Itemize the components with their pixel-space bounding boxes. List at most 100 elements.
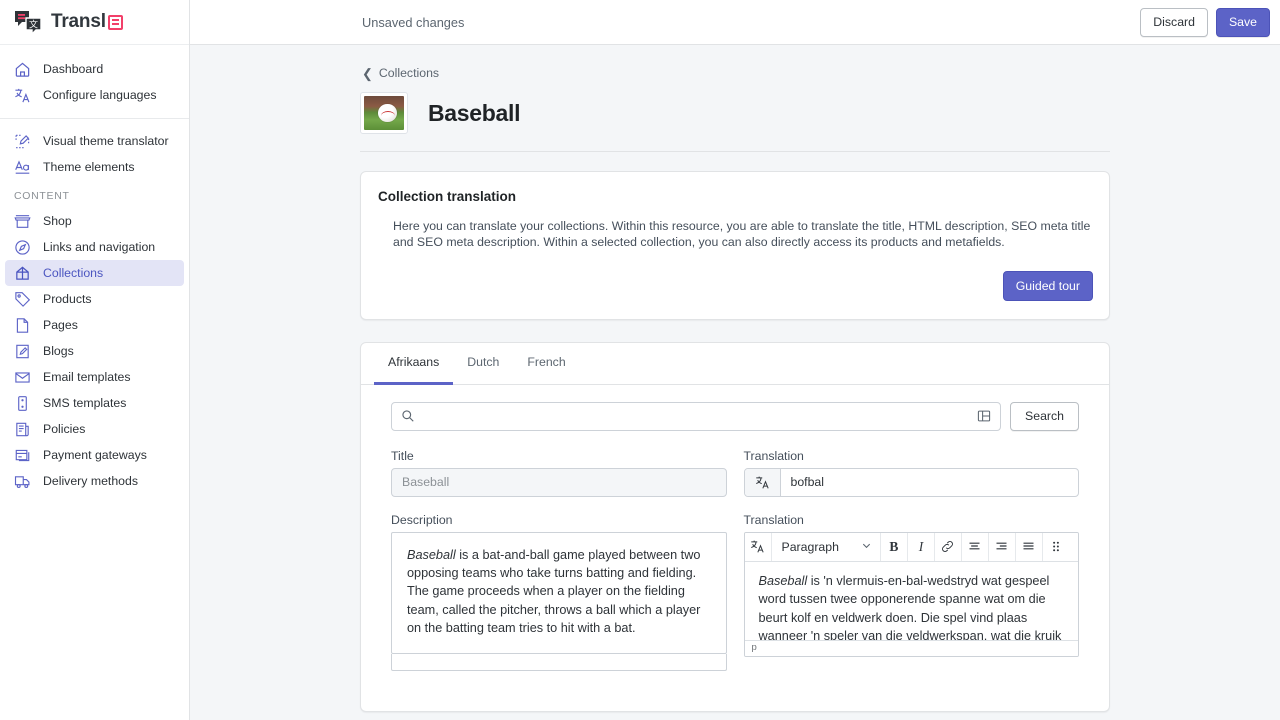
sidebar-item-products[interactable]: Products (5, 286, 184, 312)
sidebar-item-label: Email templates (43, 370, 131, 384)
description-source-footer (391, 653, 727, 671)
italic-button[interactable]: I (908, 532, 935, 561)
sidebar-item-label: Blogs (43, 344, 74, 358)
phone-icon (14, 395, 31, 412)
sidebar-item-dashboard[interactable]: Dashboard (5, 56, 184, 82)
guided-tour-button[interactable]: Guided tour (1002, 270, 1093, 301)
title-translation-column: Translation (743, 448, 1079, 497)
align-center-icon[interactable] (962, 532, 989, 561)
card-title: Collection translation (378, 189, 517, 204)
sidebar-item-collections[interactable]: Collections (5, 260, 184, 286)
sidebar-item-label: Policies (43, 422, 86, 436)
drag-handle-icon[interactable] (1043, 533, 1070, 561)
block-format-select[interactable]: Paragraph (772, 532, 881, 561)
sidebar-item-configure-languages[interactable]: Configure languages (5, 82, 184, 108)
description-source-text[interactable]: Baseball is a bat-and-ball game played b… (391, 531, 727, 654)
tab-dutch[interactable]: Dutch (453, 343, 513, 385)
sidebar-item-pages[interactable]: Pages (5, 312, 184, 338)
search-field[interactable] (391, 401, 1002, 431)
description-translation-label: Translation (743, 512, 804, 527)
language-tabs-card: Afrikaans Dutch French Search Title Base… (360, 341, 1110, 712)
sidebar-item-sms-templates[interactable]: SMS templates (5, 390, 184, 416)
font-icon (14, 159, 31, 176)
align-justify-icon[interactable] (1016, 532, 1043, 561)
breadcrumb[interactable]: ❮ Collections (360, 66, 1110, 80)
sidebar-item-label: Pages (43, 318, 78, 332)
search-button[interactable]: Search (1010, 401, 1079, 431)
page-content: ❮ Collections Baseball Collection transl… (360, 45, 1110, 712)
sidebar-item-label: Delivery methods (43, 474, 138, 488)
title-field-row: Title Translation (391, 449, 1079, 497)
blog-edit-icon (14, 343, 31, 360)
sidebar-item-email-templates[interactable]: Email templates (5, 364, 184, 390)
sidebar-item-payment-gateways[interactable]: Payment gateways (5, 442, 184, 468)
translate-icon (14, 87, 31, 104)
app-root: 文 Transl Dashboard Configure languages V… (0, 0, 1280, 720)
baseball-ball-shape (378, 104, 397, 122)
description-source-column: Description Baseball is a bat-and-ball g… (391, 513, 727, 671)
discard-button[interactable]: Discard (1140, 7, 1208, 37)
title-translation-field[interactable] (743, 467, 1079, 497)
layout-panel-icon[interactable] (977, 409, 991, 423)
page-header: Baseball (360, 92, 1110, 152)
sidebar-item-blogs[interactable]: Blogs (5, 338, 184, 364)
tab-french[interactable]: French (513, 343, 579, 385)
tag-icon (14, 291, 31, 308)
chevron-down-icon (861, 540, 872, 554)
home-icon (14, 61, 31, 78)
tab-panel-afrikaans: Search Title Translation (361, 385, 1109, 671)
sidebar-item-label: SMS templates (43, 396, 127, 410)
store-icon (14, 213, 31, 230)
card-actions: Guided tour (361, 251, 1109, 319)
card-description: Here you can translate your collections.… (393, 219, 1091, 250)
theme-edit-icon (14, 133, 31, 150)
sidebar-item-label: Visual theme translator (43, 134, 169, 148)
editor-content[interactable]: Baseball is 'n vlermuis-en-bal-wedstryd … (745, 562, 1079, 640)
nav-group-theme: Visual theme translator Theme elements (0, 128, 189, 180)
search-row: Search (391, 401, 1079, 431)
title-label: Title (391, 448, 414, 463)
nav-group-content: Shop Links and navigation Collections Pr… (0, 208, 189, 494)
description-source-emphasis: Baseball (407, 547, 456, 562)
sidebar-item-links-and-navigation[interactable]: Links and navigation (5, 234, 184, 260)
sidebar: 文 Transl Dashboard Configure languages V… (0, 0, 190, 720)
language-tabs: Afrikaans Dutch French (361, 343, 1109, 385)
sidebar-item-delivery-methods[interactable]: Delivery methods (5, 468, 184, 494)
list-badge-icon (107, 14, 123, 30)
title-translation-label: Translation (743, 448, 804, 463)
brand-name: Transl (51, 11, 123, 33)
link-icon[interactable] (935, 532, 962, 561)
page-icon (14, 317, 31, 334)
svg-text:文: 文 (29, 19, 38, 31)
sidebar-item-policies[interactable]: Policies (5, 416, 184, 442)
baseball-image (364, 96, 404, 130)
collection-thumbnail (360, 92, 408, 134)
description-field-row: Description Baseball is a bat-and-ball g… (391, 513, 1079, 671)
search-input[interactable] (392, 402, 1001, 430)
page-scroll[interactable]: ❮ Collections Baseball Collection transl… (190, 45, 1280, 720)
title-source-input (391, 467, 727, 497)
sidebar-item-visual-theme-translator[interactable]: Visual theme translator (5, 128, 184, 154)
sidebar-divider (0, 118, 189, 119)
collection-translation-card: Collection translation Here you can tran… (360, 171, 1110, 320)
save-button[interactable]: Save (1215, 7, 1270, 37)
tab-afrikaans[interactable]: Afrikaans (374, 343, 454, 385)
bold-button[interactable]: B (881, 532, 908, 561)
align-right-icon[interactable] (989, 532, 1016, 561)
chevron-left-icon: ❮ (362, 65, 373, 81)
translation-emphasis: Baseball (758, 573, 808, 588)
translate-icon[interactable] (744, 468, 781, 496)
brand-text: Transl (51, 11, 106, 32)
brand[interactable]: 文 Transl (0, 0, 189, 45)
page-title: Baseball (428, 99, 521, 126)
payment-icon (14, 447, 31, 464)
block-format-value: Paragraph (781, 539, 839, 554)
sidebar-item-label: Theme elements (43, 160, 135, 174)
sidebar-item-theme-elements[interactable]: Theme elements (5, 154, 184, 180)
scroll-icon (14, 421, 31, 438)
sidebar-item-shop[interactable]: Shop (5, 208, 184, 234)
translate-icon[interactable] (745, 532, 772, 561)
search-icon (401, 409, 415, 423)
sidebar-item-label: Products (43, 292, 92, 306)
title-translation-input[interactable] (780, 468, 1078, 496)
